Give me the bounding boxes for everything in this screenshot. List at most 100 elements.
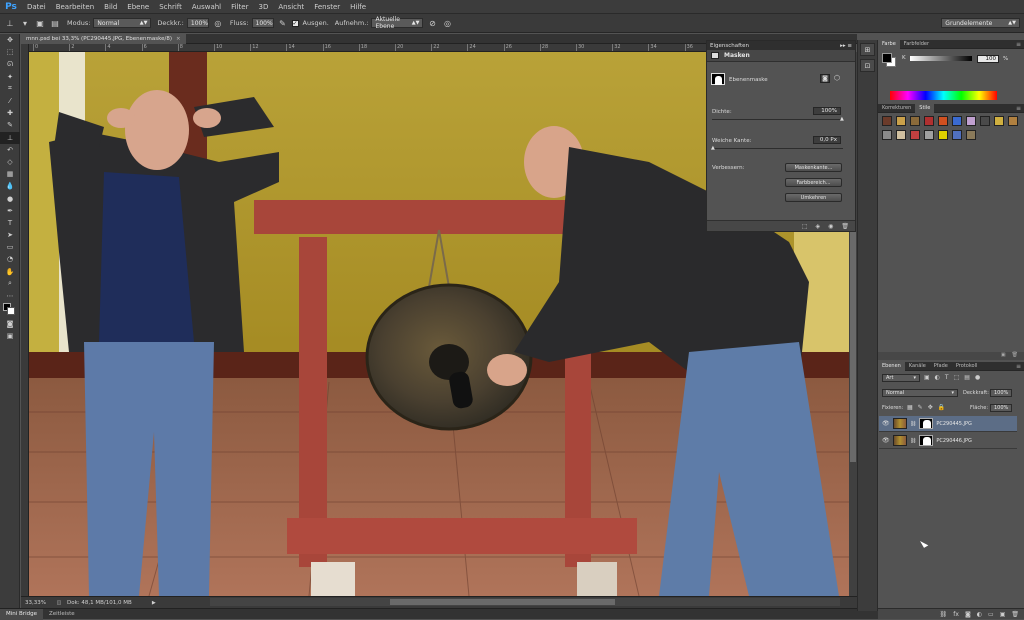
healing-tool-icon[interactable]: ✚ — [0, 107, 20, 119]
lock-transparency-icon[interactable]: ▦ — [907, 404, 913, 411]
load-selection-icon[interactable]: ⬚ — [802, 223, 808, 230]
blend-mode-select[interactable]: Normal ▾ — [882, 389, 958, 397]
layer-row[interactable]: 👁 ⛓ PC290445.JPG — [879, 416, 1017, 432]
style-swatch[interactable] — [980, 116, 990, 126]
menu-auswahl[interactable]: Auswahl — [187, 3, 226, 11]
type-tool-icon[interactable]: T — [0, 217, 20, 229]
style-swatch[interactable] — [896, 116, 906, 126]
menu-filter[interactable]: Filter — [226, 3, 253, 11]
filter-adjust-icon[interactable]: ◐ — [935, 374, 940, 381]
quick-select-tool-icon[interactable]: ✦ — [0, 71, 20, 83]
trash-icon[interactable]: 🗑 — [841, 223, 849, 230]
tab-farbfelder[interactable]: Farbfelder — [900, 40, 933, 49]
style-swatch[interactable] — [994, 116, 1004, 126]
menu-bild[interactable]: Bild — [99, 3, 122, 11]
layers-panel-menu-icon[interactable]: ≡ — [1016, 363, 1024, 370]
eyedropper-tool-icon[interactable]: ⁄ — [0, 95, 20, 107]
tab-farbe[interactable]: Farbe — [878, 39, 900, 49]
blur-tool-icon[interactable]: 💧 — [0, 180, 20, 192]
layer-fill-field[interactable]: 100% — [990, 404, 1012, 412]
link-layers-icon[interactable]: ⛓ — [940, 611, 948, 618]
history-brush-tool-icon[interactable]: ↶ — [0, 144, 20, 156]
layer-mask-thumbnail[interactable] — [919, 435, 934, 446]
k-value-field[interactable]: 100 — [977, 55, 999, 63]
dodge-tool-icon[interactable]: ● — [0, 192, 20, 204]
modus-select[interactable]: Normal ▲▼ — [93, 18, 152, 28]
menu-datei[interactable]: Datei — [22, 3, 51, 11]
menu-ebene[interactable]: Ebene — [122, 3, 154, 11]
zoom-tool-icon[interactable]: ⌕ — [0, 278, 20, 290]
tab-protokoll[interactable]: Protokoll — [952, 362, 982, 371]
clone-stamp-tool-icon[interactable]: ⊥ — [0, 131, 20, 144]
style-swatch[interactable] — [910, 130, 920, 140]
lock-move-icon[interactable]: ✥ — [928, 404, 933, 411]
properties-panel-icon[interactable]: ⊞ — [860, 43, 875, 56]
color-panel-menu-icon[interactable]: ≡ — [1016, 41, 1024, 48]
brush-panel-icon[interactable]: ▣ — [34, 17, 46, 29]
close-icon[interactable]: × — [176, 36, 181, 42]
3d-rotate-tool-icon[interactable]: ◔ — [0, 253, 20, 265]
deckkraft-field[interactable]: 100% — [186, 18, 209, 28]
hand-tool-icon[interactable]: ✋ — [0, 266, 20, 278]
lasso-tool-icon[interactable]: ᘏ — [0, 58, 20, 70]
menu-3d[interactable]: 3D — [253, 3, 273, 11]
brush-tool-icon[interactable]: ✎ — [0, 119, 20, 131]
style-swatch[interactable] — [910, 116, 920, 126]
visibility-eye-icon[interactable]: 👁 — [882, 420, 890, 427]
menu-hilfe[interactable]: Hilfe — [345, 3, 371, 11]
marquee-tool-icon[interactable]: ⬚ — [0, 46, 20, 58]
foreground-color-swatch[interactable] — [882, 53, 892, 63]
style-swatch[interactable] — [966, 130, 976, 140]
color-spectrum[interactable] — [890, 91, 997, 100]
add-mask-icon[interactable]: ◙ — [965, 611, 971, 618]
farbbereich-button[interactable]: Farbbereich... — [785, 178, 842, 187]
menu-bearbeiten[interactable]: Bearbeiten — [51, 3, 99, 11]
style-swatch[interactable] — [952, 130, 962, 140]
size-pressure-icon[interactable]: ◎ — [441, 17, 453, 29]
pen-tool-icon[interactable]: ✒ — [0, 205, 20, 217]
clone-source-icon[interactable]: ▤ — [49, 17, 61, 29]
tab-kanaele[interactable]: Kanäle — [905, 362, 930, 371]
style-swatch[interactable] — [924, 116, 934, 126]
move-tool-icon[interactable]: ✥ — [0, 34, 20, 46]
more-tools-icon[interactable]: ⋯ — [0, 290, 20, 302]
color-swatches[interactable] — [0, 302, 20, 318]
apply-mask-icon[interactable]: ◈ — [816, 223, 821, 230]
lock-paint-icon[interactable]: ✎ — [918, 404, 923, 411]
style-swatch[interactable] — [952, 116, 962, 126]
style-swatch[interactable] — [1008, 116, 1018, 126]
menu-schrift[interactable]: Schrift — [154, 3, 187, 11]
horizontal-scrollbar[interactable] — [210, 598, 840, 606]
menu-fenster[interactable]: Fenster — [309, 3, 345, 11]
link-icon[interactable]: ⛓ — [910, 438, 916, 444]
crop-tool-icon[interactable]: ⌗ — [0, 83, 20, 95]
pixel-mask-icon[interactable]: ◙ — [820, 74, 830, 83]
gradient-tool-icon[interactable]: ▦ — [0, 168, 20, 180]
layer-opacity-field[interactable]: 100% — [990, 389, 1012, 397]
new-layer-icon[interactable]: ▣ — [1000, 611, 1006, 618]
style-swatch[interactable] — [938, 130, 948, 140]
style-swatch[interactable] — [882, 116, 892, 126]
ignore-adjustment-icon[interactable]: ⊘ — [426, 17, 438, 29]
workspace-select[interactable]: Grundelemente ▲▼ — [941, 18, 1020, 28]
eraser-tool-icon[interactable]: ◇ — [0, 156, 20, 168]
filter-toggle-icon[interactable]: ● — [975, 374, 980, 381]
new-style-icon[interactable]: ▣ — [1001, 352, 1006, 360]
path-select-tool-icon[interactable]: ➤ — [0, 229, 20, 241]
visibility-eye-icon[interactable]: 👁 — [882, 437, 890, 444]
panel-menu-icon[interactable]: ▸▸ ≡ — [840, 43, 852, 49]
weiche-kante-slider[interactable] — [712, 148, 843, 149]
shape-tool-icon[interactable]: ▭ — [0, 241, 20, 253]
tab-korrekturen[interactable]: Korrekturen — [878, 104, 915, 113]
info-panel-icon[interactable]: ⊡ — [860, 59, 875, 72]
dichte-slider[interactable] — [712, 119, 843, 120]
status-preview-icon[interactable]: ◫ — [55, 597, 63, 609]
style-swatch[interactable] — [938, 116, 948, 126]
document-tab[interactable]: mnn.psd bei 33,3% (PC290445.JPG, Ebenenm… — [21, 34, 186, 44]
layer-row[interactable]: 👁 ⛓ PC290446.JPG — [879, 433, 1017, 449]
status-menu-arrow-icon[interactable]: ▶ — [150, 597, 158, 609]
tab-stile[interactable]: Stile — [915, 103, 935, 113]
menu-ansicht[interactable]: Ansicht — [273, 3, 309, 11]
tab-pfade[interactable]: Pfade — [930, 362, 952, 371]
styles-panel-menu-icon[interactable]: ≡ — [1016, 105, 1024, 112]
